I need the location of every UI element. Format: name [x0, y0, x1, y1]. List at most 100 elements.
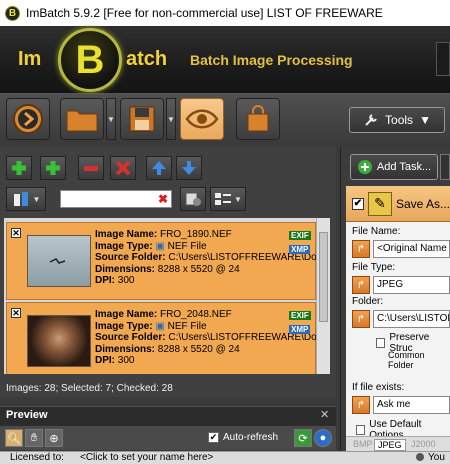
file-type-select[interactable]: JPEG [373, 276, 450, 294]
arrow-icon: ↱ [356, 279, 366, 291]
dpi: 300 [117, 275, 135, 286]
eye-icon [185, 109, 219, 129]
image-name: FRO_2048.NEF [160, 309, 232, 320]
format-tabs: BMP JPEG J2000 [346, 436, 450, 452]
task-enabled-checkbox[interactable]: ✔ [352, 197, 364, 210]
save-dropdown[interactable]: ▼ [166, 98, 176, 140]
view-mode-button[interactable]: ▼ [210, 187, 246, 211]
add-folder-button[interactable] [40, 156, 66, 180]
color-mode-button[interactable]: ● [314, 429, 332, 447]
shopping-bag-icon [247, 105, 269, 132]
chevron-down-icon: ▼ [419, 113, 431, 127]
tab-jpeg[interactable]: JPEG [374, 439, 406, 451]
xmp-badge: XMP [289, 245, 311, 254]
arrow-icon: ↱ [356, 399, 366, 411]
use-default-checkbox[interactable] [356, 425, 366, 435]
image-list[interactable]: ✕ Image Name: FRO_1890.NEF Image Type: ▣… [4, 218, 330, 374]
folder-macro-button[interactable]: ↱ [352, 310, 370, 328]
open-folder-dropdown[interactable]: ▼ [106, 98, 116, 140]
label-image-type: Image Type: [95, 320, 153, 332]
preserve-structure-checkbox[interactable] [376, 338, 386, 348]
tab-bmp[interactable]: BMP [350, 439, 376, 449]
image-name: FRO_1890.NEF [160, 229, 232, 240]
add-task-button[interactable]: Add Task... [350, 154, 438, 180]
item-checkbox[interactable]: ✕ [11, 308, 21, 318]
preview-toggle-button[interactable] [180, 98, 224, 140]
list-item[interactable]: ✕ Image Name: FRO_1890.NEF Image Type: ▣… [6, 222, 330, 300]
file-name-field[interactable]: <Original Name (W [373, 240, 450, 258]
filter-search-box[interactable]: ✖ [60, 190, 172, 208]
scrollbar-thumb[interactable] [319, 232, 328, 322]
auto-refresh-label: Auto-refresh [223, 432, 279, 443]
zoom-fit-button[interactable]: ⊕ [45, 429, 63, 447]
list-item[interactable]: ✕ Image Name: FRO_2048.NEF Image Type: ▣… [6, 302, 330, 374]
window-title: ImBatch 5.9.2 [Free for non-commercial u… [26, 6, 383, 20]
tools-menu-button[interactable]: Tools ▼ [349, 107, 445, 133]
wrench-icon [365, 114, 377, 126]
label-dimensions: Dimensions: [95, 263, 156, 275]
if-exists-macro-button[interactable]: ↱ [352, 396, 370, 414]
dimensions: 8288 x 5520 @ 24 [157, 263, 240, 275]
add-task-label: Add Task... [376, 161, 432, 173]
run-button[interactable] [6, 98, 50, 140]
image-thumbnail [27, 315, 91, 367]
clear-search-icon[interactable]: ✖ [158, 192, 168, 206]
remove-all-button[interactable] [110, 156, 136, 180]
remove-icon [84, 166, 98, 171]
label-dimensions: Dimensions: [95, 343, 156, 355]
remove-button[interactable] [78, 156, 104, 180]
arrow-icon: ↱ [356, 313, 366, 325]
filter-input[interactable] [61, 191, 153, 207]
licensed-to-label: Licensed to: [10, 452, 64, 463]
file-type-icon: ▣ [155, 240, 165, 252]
thumbnail-settings-button[interactable] [180, 187, 206, 211]
file-type-macro-button[interactable]: ↱ [352, 276, 370, 294]
shop-button[interactable] [236, 98, 280, 140]
add-images-button[interactable] [6, 156, 32, 180]
zoom-tool-button[interactable]: 🔍︎ [5, 429, 23, 447]
bird-thumbnail-icon [49, 258, 66, 264]
task-title: Save As... [395, 196, 450, 211]
open-folder-button[interactable] [60, 98, 104, 140]
preview-header [0, 406, 336, 426]
label-source-folder: Source Folder: [95, 332, 166, 343]
save-button[interactable] [120, 98, 164, 140]
sort-button[interactable]: ▼ [6, 187, 46, 211]
refresh-icon: ⟳ [298, 432, 308, 445]
folder-label: Folder: [352, 296, 384, 307]
file-name-macro-button[interactable]: ↱ [352, 240, 370, 258]
file-name-label: File Name: [352, 226, 401, 237]
task-header[interactable]: ✔ ✎ Save As... [346, 186, 450, 222]
globe-icon: ● [319, 432, 327, 444]
move-up-button[interactable] [146, 156, 172, 180]
label-dpi: DPI: [95, 275, 115, 286]
move-down-button[interactable] [176, 156, 202, 180]
label-image-name: Image Name: [95, 309, 158, 320]
preview-close-icon[interactable]: ✕ [320, 408, 329, 421]
item-checkbox[interactable]: ✕ [11, 228, 21, 238]
pan-tool-button[interactable]: ✋︎ [25, 429, 43, 447]
brand-logo: B [58, 28, 122, 92]
auto-refresh-checkbox[interactable]: ✔ [208, 432, 219, 443]
list-status: Images: 28; Selected: 7; Checked: 28 [6, 383, 173, 394]
add-task-dropdown[interactable] [440, 154, 450, 180]
folder-icon [66, 110, 98, 132]
dpi: 300 [117, 355, 135, 366]
list-scrollbar[interactable] [316, 218, 330, 374]
refresh-button[interactable]: ⟳ [294, 429, 312, 447]
add-green-icon [12, 161, 26, 175]
label-source-folder: Source Folder: [95, 252, 166, 263]
zoom-icon: 🔍︎ [7, 432, 21, 445]
auto-refresh-toggle[interactable]: ✔ Auto-refresh [208, 432, 278, 443]
zoom-fit-icon: ⊕ [49, 432, 59, 445]
if-exists-select[interactable]: Ask me [373, 396, 450, 414]
licensed-to-name[interactable]: <Click to set your name here> [80, 452, 213, 464]
banner-side-panel [436, 42, 450, 76]
footer-right-text: You [428, 452, 445, 463]
xmp-badge: XMP [289, 325, 311, 334]
tab-j2000[interactable]: J2000 [408, 439, 439, 449]
folder-field[interactable]: C:\Users\LISTOFFRE [373, 310, 450, 328]
tools-label: Tools [385, 113, 414, 127]
preview-title: Preview [6, 409, 48, 421]
play-circle-icon [13, 104, 43, 134]
